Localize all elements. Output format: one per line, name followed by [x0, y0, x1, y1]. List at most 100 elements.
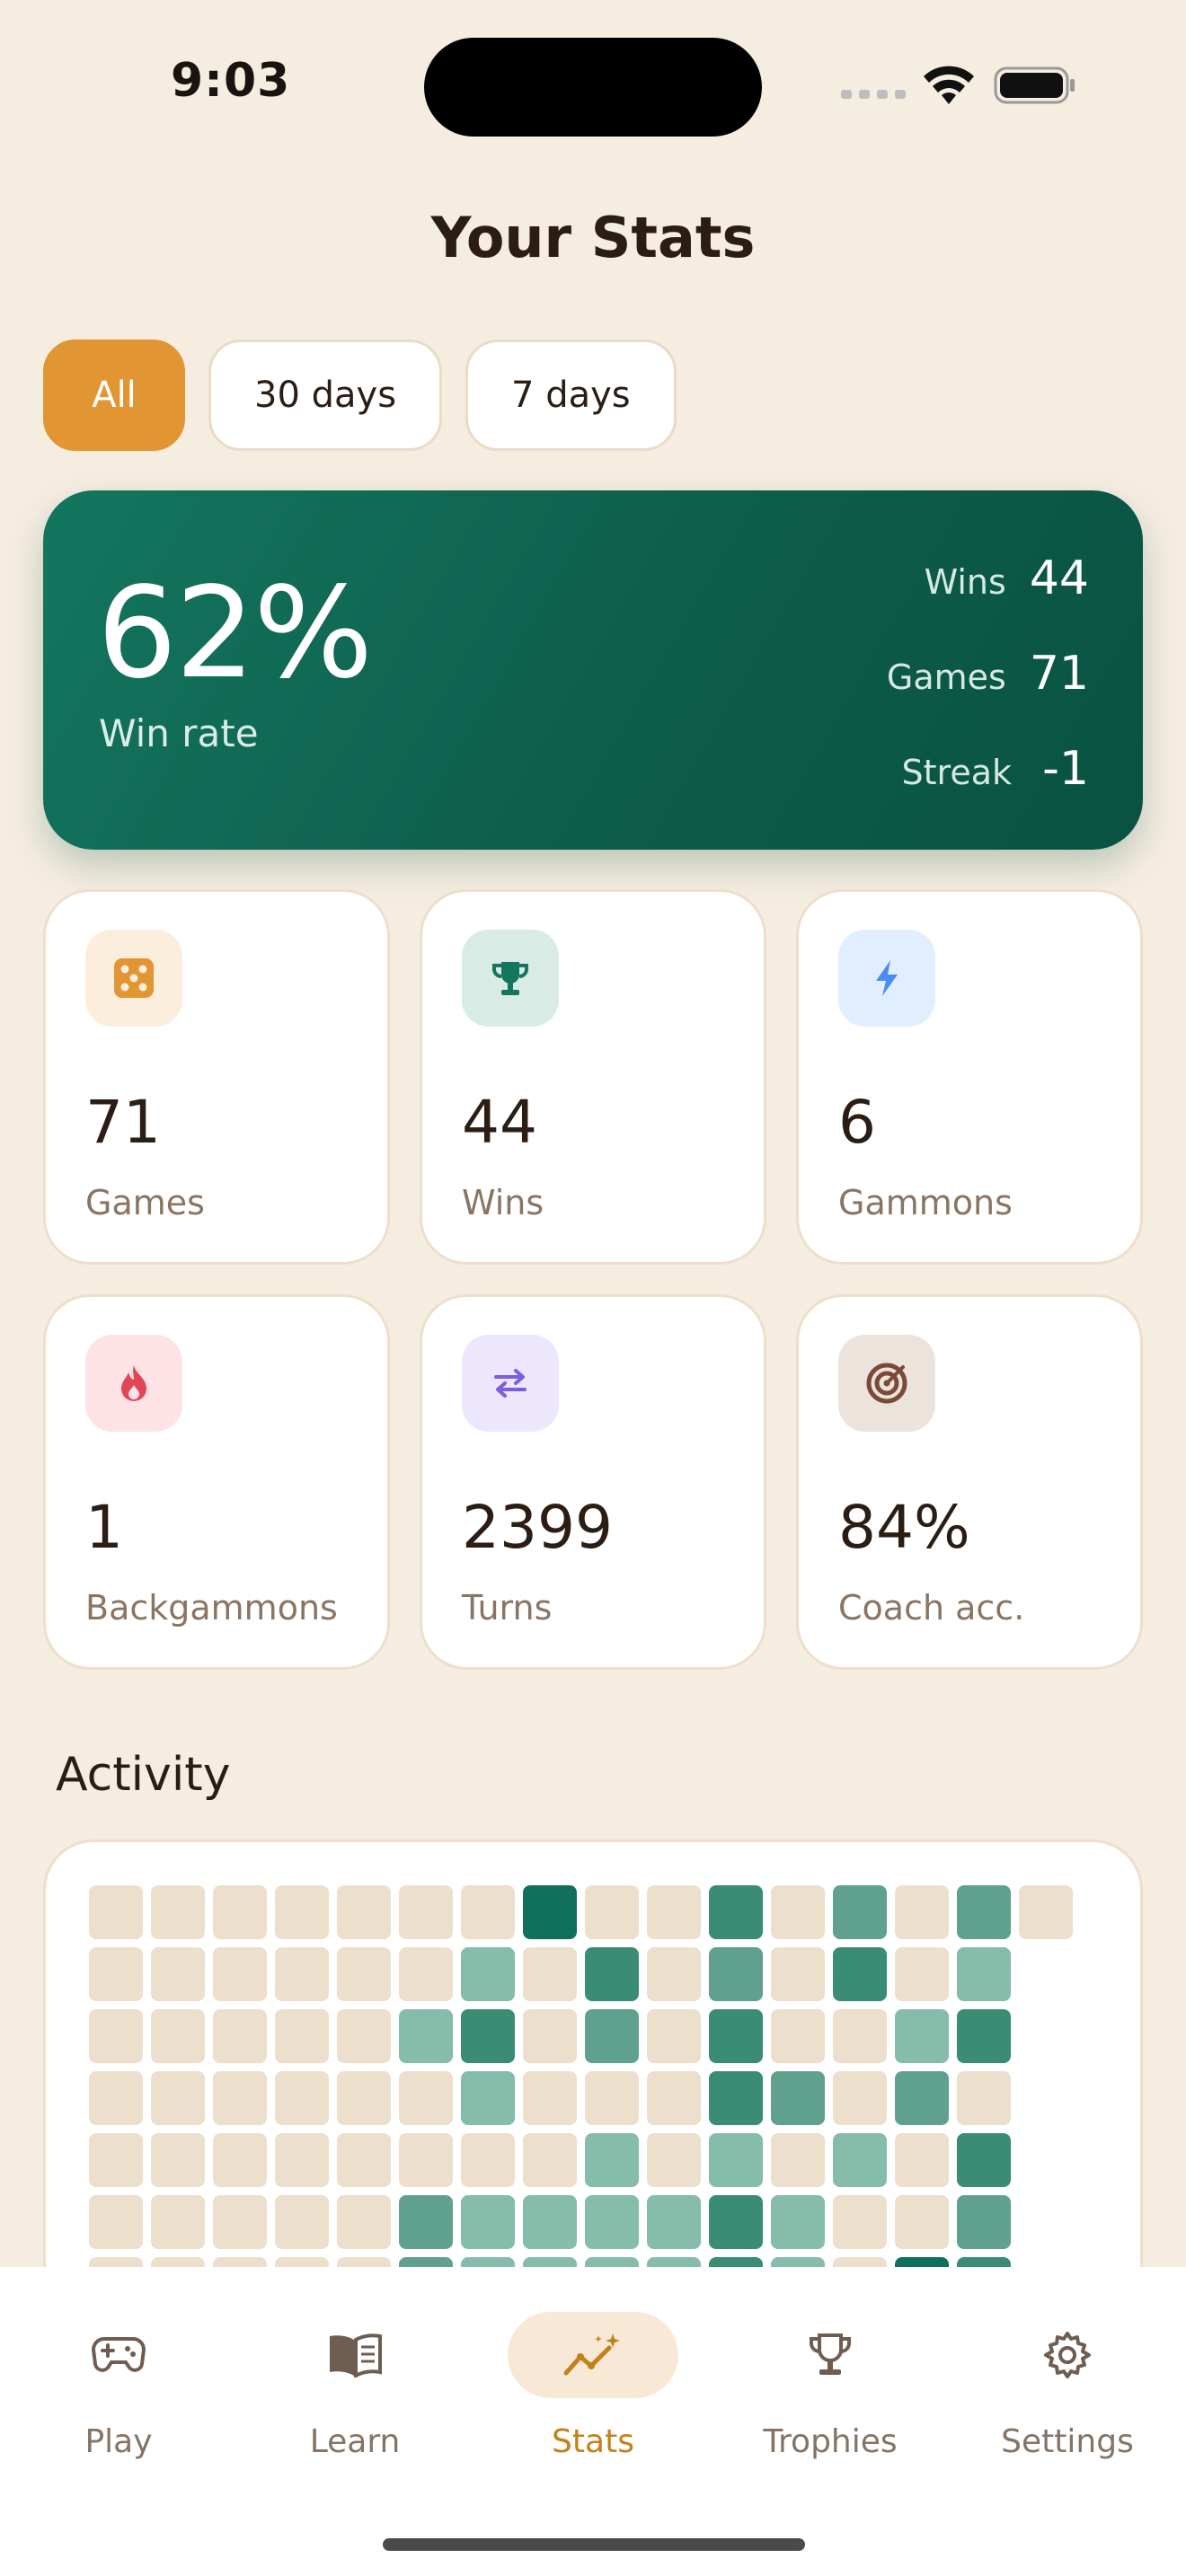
win-rate-label: Win rate — [99, 711, 259, 755]
flame-icon — [85, 1335, 182, 1432]
activity-cell — [833, 2195, 887, 2249]
tab-settings-label: Settings — [1001, 2423, 1134, 2460]
activity-cell — [895, 1885, 949, 1939]
activity-cell — [1019, 2195, 1073, 2249]
activity-cell — [151, 2009, 205, 2063]
stat-card-turns: 2399 Turns — [420, 1294, 766, 1670]
lightning-icon — [838, 930, 935, 1027]
activity-cell — [833, 2133, 887, 2187]
filter-30-days-chip[interactable]: 30 days — [208, 340, 443, 451]
tab-play-label: Play — [84, 2423, 153, 2460]
target-icon — [838, 1335, 935, 1432]
tab-settings[interactable]: Settings — [969, 2312, 1166, 2492]
tab-play[interactable]: Play — [20, 2312, 217, 2492]
activity-cell — [523, 1947, 577, 2001]
activity-cell — [647, 1885, 701, 1939]
win-rate-value: 62% — [97, 560, 373, 707]
activity-cell — [957, 2195, 1011, 2249]
activity-cell — [895, 2195, 949, 2249]
activity-cell — [771, 2071, 825, 2125]
activity-cell — [89, 2195, 143, 2249]
activity-cell — [275, 1885, 329, 1939]
stat-label: Coach acc. — [838, 1588, 1025, 1628]
activity-cell — [1019, 1947, 1073, 2001]
activity-cell — [213, 1947, 267, 2001]
activity-cell — [957, 1947, 1011, 2001]
activity-cell — [833, 2009, 887, 2063]
activity-cell — [275, 1947, 329, 2001]
activity-cell — [461, 2009, 515, 2063]
tab-stats-label: Stats — [552, 2423, 634, 2460]
activity-cell — [213, 2071, 267, 2125]
activity-cell — [647, 2195, 701, 2249]
tab-stats[interactable]: Stats — [494, 2312, 692, 2492]
activity-cell — [337, 2071, 391, 2125]
activity-cell — [709, 2195, 763, 2249]
activity-cell — [151, 2195, 205, 2249]
gear-icon — [982, 2312, 1153, 2398]
activity-cell — [275, 2071, 329, 2125]
book-icon — [270, 2312, 440, 2398]
filter-7-days-chip[interactable]: 7 days — [465, 340, 677, 451]
activity-cell — [771, 1885, 825, 1939]
stat-label: Turns — [462, 1588, 553, 1628]
activity-cell — [151, 1885, 205, 1939]
stat-label: Gammons — [838, 1183, 1013, 1222]
activity-cell — [895, 1947, 949, 2001]
activity-cell — [275, 2133, 329, 2187]
activity-cell — [337, 1885, 391, 1939]
activity-cell — [585, 1885, 639, 1939]
gamepad-icon — [33, 2312, 204, 2398]
activity-cell — [89, 2009, 143, 2063]
chart-sparkle-icon — [508, 2312, 678, 2398]
activity-cell — [399, 2195, 453, 2249]
activity-cell — [833, 2071, 887, 2125]
stat-value: 84% — [838, 1493, 970, 1562]
activity-cell — [399, 2133, 453, 2187]
activity-cell — [771, 2133, 825, 2187]
summary-streak-label: Streak — [901, 753, 1012, 792]
summary-wins-row: Wins 44 — [925, 551, 1089, 605]
stats-screen: 9:03 Your Stats All 30 days 7 days 62% W… — [0, 0, 1186, 2576]
activity-cell — [399, 1885, 453, 1939]
summary-games-label: Games — [886, 657, 1006, 697]
stat-card-games: 71 Games — [43, 889, 390, 1265]
summary-games-row: Games 71 — [887, 647, 1089, 701]
activity-cell — [275, 2195, 329, 2249]
summary-streak-value: -1 — [1042, 742, 1089, 796]
tab-learn[interactable]: Learn — [256, 2312, 454, 2492]
page-title: Your Stats — [430, 205, 756, 270]
activity-cell — [1019, 2133, 1073, 2187]
activity-cell — [399, 2009, 453, 2063]
activity-cell — [213, 2009, 267, 2063]
filter-all-chip[interactable]: All — [43, 340, 185, 451]
activity-cell — [151, 1947, 205, 2001]
activity-cell — [461, 1885, 515, 1939]
activity-section-title: Activity — [56, 1748, 231, 1802]
activity-cell — [585, 2071, 639, 2125]
activity-cell — [461, 2195, 515, 2249]
activity-cell — [399, 1947, 453, 2001]
activity-cell — [213, 2195, 267, 2249]
activity-cell — [709, 2133, 763, 2187]
activity-cell — [585, 2195, 639, 2249]
activity-cell — [957, 2009, 1011, 2063]
activity-heatmap — [89, 1885, 1073, 2311]
stat-card-backgammons: 1 Backgammons — [43, 1294, 390, 1670]
dynamic-island — [424, 38, 762, 137]
activity-cell — [461, 2133, 515, 2187]
activity-cell — [213, 2133, 267, 2187]
summary-wins-label: Wins — [924, 562, 1006, 602]
activity-cell — [337, 2009, 391, 2063]
stat-value: 44 — [462, 1088, 537, 1157]
tab-trophies[interactable]: Trophies — [731, 2312, 929, 2492]
activity-cell — [647, 2133, 701, 2187]
activity-cell — [523, 2009, 577, 2063]
cellular-signal-icon — [841, 90, 906, 99]
activity-cell — [89, 2133, 143, 2187]
activity-cell — [957, 2133, 1011, 2187]
swap-arrows-icon — [462, 1335, 559, 1432]
trophy-icon — [462, 930, 559, 1027]
activity-cell — [585, 2133, 639, 2187]
activity-cell — [461, 1947, 515, 2001]
